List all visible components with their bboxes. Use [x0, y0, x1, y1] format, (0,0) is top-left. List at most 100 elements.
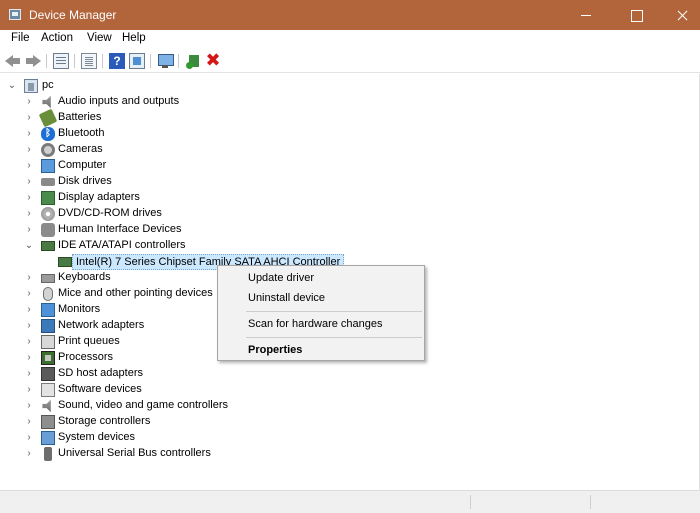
- add-driver-icon[interactable]: [186, 53, 202, 69]
- tree-category[interactable]: › Human Interface Devices: [0, 222, 700, 238]
- tree-category[interactable]: › Disk drives: [0, 174, 700, 190]
- properties-icon[interactable]: [53, 53, 69, 69]
- tree-category[interactable]: › Sound, video and game controllers: [0, 398, 700, 414]
- category-label: IDE ATA/ATAPI controllers: [58, 239, 186, 251]
- category-label: Cameras: [58, 143, 103, 155]
- processor-icon: [41, 351, 55, 365]
- menu-action[interactable]: Action: [39, 32, 75, 44]
- software-device-icon: [41, 383, 55, 397]
- tree-category-expanded[interactable]: ⌄ IDE ATA/ATAPI controllers: [0, 238, 700, 254]
- window-title: Device Manager: [29, 8, 117, 22]
- category-label: Sound, video and game controllers: [58, 399, 228, 411]
- menu-help[interactable]: Help: [120, 32, 148, 44]
- keyboard-icon: [41, 274, 55, 283]
- category-label: SD host adapters: [58, 367, 143, 379]
- chevron-right-icon[interactable]: ›: [24, 384, 34, 396]
- battery-icon: [38, 108, 58, 128]
- computer-icon: [24, 79, 38, 93]
- chevron-right-icon[interactable]: ›: [24, 128, 34, 140]
- menu-update-driver[interactable]: Update driver: [218, 268, 424, 288]
- chevron-right-icon[interactable]: ›: [24, 224, 34, 236]
- category-label: Mice and other pointing devices: [58, 287, 213, 299]
- minimize-button[interactable]: [563, 0, 609, 30]
- disk-drive-icon: [41, 178, 55, 186]
- category-label: Batteries: [58, 111, 102, 123]
- chevron-right-icon[interactable]: ›: [24, 272, 34, 284]
- view-icon[interactable]: [129, 53, 145, 69]
- category-label: Universal Serial Bus controllers: [58, 447, 211, 459]
- tree-category[interactable]: › Batteries: [0, 108, 700, 128]
- chevron-right-icon[interactable]: ›: [24, 288, 34, 300]
- chevron-right-icon[interactable]: ›: [24, 112, 34, 124]
- chevron-right-icon[interactable]: ›: [24, 400, 34, 412]
- storage-controller-icon: [41, 415, 55, 429]
- chevron-right-icon[interactable]: ›: [24, 160, 34, 172]
- maximize-button[interactable]: [613, 0, 659, 30]
- tree-category[interactable]: › SD host adapters: [0, 366, 700, 382]
- chevron-right-icon[interactable]: ›: [24, 176, 34, 188]
- close-button[interactable]: [659, 0, 700, 30]
- tree-category[interactable]: › Storage controllers: [0, 414, 700, 430]
- menu-separator: [246, 337, 422, 338]
- toolbar-separator: [102, 54, 103, 68]
- chevron-right-icon[interactable]: ›: [24, 208, 34, 220]
- root-label: pc: [42, 79, 54, 91]
- chevron-right-icon[interactable]: ›: [24, 192, 34, 204]
- tree-category[interactable]: › Display adapters: [0, 190, 700, 206]
- category-label: Bluetooth: [58, 127, 105, 139]
- chevron-right-icon[interactable]: ›: [24, 144, 34, 156]
- chevron-right-icon[interactable]: ›: [24, 96, 34, 108]
- status-divider: [470, 495, 471, 509]
- chevron-right-icon[interactable]: ›: [24, 336, 34, 348]
- category-label: Print queues: [58, 335, 120, 347]
- network-adapter-icon: [41, 319, 55, 333]
- chevron-down-icon[interactable]: ⌄: [7, 80, 17, 92]
- printer-icon: [41, 335, 55, 349]
- device-manager-icon: [9, 9, 21, 20]
- tree-category[interactable]: › DVD/CD-ROM drives: [0, 206, 700, 222]
- chevron-right-icon[interactable]: ›: [24, 448, 34, 460]
- computer-icon: [41, 159, 55, 173]
- menu-view[interactable]: View: [85, 32, 114, 44]
- tree-category[interactable]: › ᛒ Bluetooth: [0, 126, 700, 142]
- tree-category[interactable]: › System devices: [0, 430, 700, 446]
- tree-root[interactable]: ⌄ pc: [0, 78, 700, 94]
- chevron-right-icon[interactable]: ›: [24, 368, 34, 380]
- tree-category[interactable]: › Cameras: [0, 142, 700, 158]
- category-label: Storage controllers: [58, 415, 151, 427]
- chevron-right-icon[interactable]: ›: [24, 304, 34, 316]
- list-icon[interactable]: [81, 53, 97, 69]
- menu-properties[interactable]: Properties: [218, 340, 424, 360]
- context-menu: Update driver Uninstall device Scan for …: [217, 265, 425, 361]
- tree-category[interactable]: › Universal Serial Bus controllers: [0, 446, 700, 462]
- category-label: Keyboards: [58, 271, 111, 283]
- scan-monitor-icon[interactable]: [157, 53, 174, 69]
- tree-category[interactable]: › Audio inputs and outputs: [0, 94, 700, 110]
- category-label: Computer: [58, 159, 107, 171]
- help-icon[interactable]: ?: [109, 53, 125, 69]
- forward-arrow-icon[interactable]: [25, 53, 41, 69]
- tree-category[interactable]: › Computer: [0, 158, 700, 174]
- toolbar-separator: [150, 54, 151, 68]
- menu-bar: File Action View Help: [0, 30, 700, 49]
- toolbar-separator: [74, 54, 75, 68]
- chevron-right-icon[interactable]: ›: [24, 352, 34, 364]
- chevron-right-icon[interactable]: ›: [24, 320, 34, 332]
- dvd-icon: [41, 207, 55, 221]
- menu-file[interactable]: File: [9, 32, 32, 44]
- sd-card-icon: [41, 367, 55, 381]
- uninstall-x-icon[interactable]: ✖: [205, 51, 221, 69]
- menu-scan-hardware[interactable]: Scan for hardware changes: [218, 314, 424, 334]
- usb-icon: [44, 447, 52, 461]
- back-arrow-icon[interactable]: [5, 53, 21, 69]
- chevron-right-icon[interactable]: ›: [24, 416, 34, 428]
- bluetooth-icon: ᛒ: [41, 127, 55, 141]
- monitor-icon: [41, 303, 55, 317]
- menu-uninstall-device[interactable]: Uninstall device: [218, 288, 424, 308]
- category-label: Processors: [58, 351, 114, 363]
- hid-icon: [41, 223, 55, 237]
- category-label: Monitors: [58, 303, 101, 315]
- tree-category[interactable]: › Software devices: [0, 382, 700, 398]
- chevron-down-icon[interactable]: ⌄: [24, 240, 34, 252]
- chevron-right-icon[interactable]: ›: [24, 432, 34, 444]
